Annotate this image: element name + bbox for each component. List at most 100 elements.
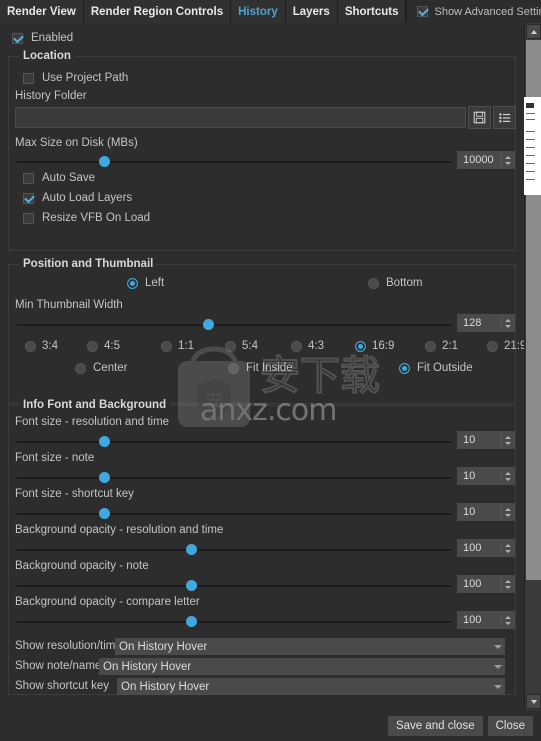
spinner-arrows[interactable] (501, 432, 514, 448)
spinner-arrows[interactable] (501, 315, 514, 331)
dropdown-show-resolution-time[interactable]: On History Hover (115, 638, 505, 655)
auto-save-label: Auto Save (42, 172, 96, 184)
tab-history[interactable]: History (231, 0, 286, 23)
radio-icon (87, 340, 98, 352)
dropdown-value: On History Hover (121, 680, 210, 693)
browse-save-button[interactable] (468, 106, 491, 129)
info-font-dropdown-list: Show resolution/time On History Hover Show… (9, 638, 515, 696)
history-list-button[interactable] (493, 106, 516, 129)
spinner-arrows[interactable] (501, 504, 514, 520)
tab-bar: Render View Render Region Controls Histo… (0, 0, 541, 23)
info-slider[interactable] (17, 615, 452, 629)
placement-radio-bottom[interactable]: Bottom (368, 277, 422, 289)
dropdown-value: On History Hover (103, 660, 192, 673)
info-slider-spinbox[interactable]: 10 (457, 503, 515, 521)
info-slider[interactable] (17, 435, 452, 449)
aspect-ratio-radio-5-4[interactable]: 5:4 (225, 340, 258, 352)
spinner-arrows[interactable] (501, 612, 514, 628)
scroll-down-button[interactable] (526, 694, 541, 709)
radio-icon (355, 340, 366, 352)
spinner-arrows[interactable] (501, 576, 514, 592)
slider-knob[interactable] (186, 616, 197, 627)
auto-save-checkbox[interactable]: Auto Save (23, 168, 95, 188)
tab-layers[interactable]: Layers (285, 0, 338, 23)
tab-shortcuts[interactable]: Shortcuts (337, 0, 407, 23)
placement-radio-left[interactable]: Left (127, 277, 164, 289)
checkbox-icon (12, 32, 23, 44)
info-slider[interactable] (17, 507, 452, 521)
chevron-down-icon (491, 644, 505, 649)
checkbox-icon (23, 172, 34, 184)
location-group: Location Use Project Path History Folder (8, 50, 516, 251)
info-slider[interactable] (17, 543, 452, 557)
enabled-checkbox[interactable]: Enabled (12, 28, 73, 48)
tab-label: Shortcuts (344, 5, 399, 18)
dialog-footer: Save and close Close (0, 710, 541, 741)
max-size-slider[interactable] (17, 155, 452, 169)
info-slider-spinbox[interactable]: 100 (457, 611, 515, 629)
aspect-ratio-radio-21-9[interactable]: 21:9 (487, 340, 524, 352)
fit-mode-radio-center[interactable]: Center (75, 362, 128, 374)
fit-mode-radio-inside[interactable]: Fit Inside (228, 362, 293, 374)
dropdown-value: On History Hover (119, 640, 208, 653)
resize-vfb-checkbox[interactable]: Resize VFB On Load (23, 208, 150, 228)
slider-knob[interactable] (99, 472, 110, 483)
save-and-close-button[interactable]: Save and close (387, 715, 483, 736)
aspect-ratio-radio-16-9[interactable]: 16:9 (355, 340, 394, 352)
min-thumbnail-width-slider[interactable] (17, 318, 452, 332)
slider-knob[interactable] (99, 508, 110, 519)
aspect-ratio-radio-3-4[interactable]: 3:4 (25, 340, 58, 352)
fit-mode-radio-outside[interactable]: Fit Outside (399, 362, 473, 374)
tab-render-view[interactable]: Render View (0, 0, 84, 23)
tab-label: Render View (7, 5, 76, 18)
slider-knob[interactable] (99, 436, 110, 447)
show-advanced-settings-checkbox[interactable]: Show Advanced Settings (407, 0, 541, 23)
spinner-arrows[interactable] (501, 468, 514, 484)
max-size-value: 10000 (463, 154, 494, 166)
auto-load-layers-checkbox[interactable]: Auto Load Layers (23, 188, 132, 208)
aspect-ratio-label: 3:4 (42, 340, 58, 352)
info-font-slider-list: Font size - resolution and time 10 Font si… (9, 406, 515, 636)
info-slider-spinbox[interactable]: 100 (457, 575, 515, 593)
radio-icon (228, 362, 239, 374)
use-project-path-checkbox[interactable]: Use Project Path (23, 68, 128, 88)
dropdown-show-shortcut-key[interactable]: On History Hover (117, 678, 505, 695)
aspect-ratio-radio-2-1[interactable]: 2:1 (425, 340, 458, 352)
aspect-ratio-label: 16:9 (372, 340, 395, 352)
spinner-arrows[interactable] (501, 540, 514, 556)
slider-knob[interactable] (186, 544, 197, 555)
slider-track (17, 621, 452, 623)
info-slider-label: Background opacity - compare letter (15, 596, 200, 608)
info-slider-value: 10 (463, 506, 476, 518)
history-settings-window: Render View Render Region Controls Histo… (0, 0, 541, 741)
info-slider-label: Font size - shortcut key (15, 488, 134, 500)
history-folder-input[interactable] (15, 107, 466, 128)
info-slider-label: Font size - note (15, 452, 95, 464)
radio-icon (127, 277, 138, 289)
info-slider-value: 100 (463, 542, 482, 554)
info-slider-spinbox[interactable]: 10 (457, 431, 515, 449)
aspect-ratio-radio-4-3[interactable]: 4:3 (291, 340, 324, 352)
slider-knob[interactable] (99, 156, 110, 167)
info-slider-spinbox[interactable]: 10 (457, 467, 515, 485)
slider-knob[interactable] (203, 319, 215, 330)
aspect-ratio-radio-4-5[interactable]: 4:5 (87, 340, 120, 352)
placement-bottom-label: Bottom (386, 277, 423, 289)
info-slider-spinbox[interactable]: 100 (457, 539, 515, 557)
aspect-ratio-radio-1-1[interactable]: 1:1 (161, 340, 194, 352)
info-slider[interactable] (17, 579, 452, 593)
slider-knob[interactable] (186, 580, 197, 591)
close-button[interactable]: Close (487, 715, 533, 736)
slider-track (17, 549, 452, 551)
max-size-spinbox[interactable]: 10000 (457, 151, 515, 169)
radio-icon (425, 340, 436, 352)
scroll-up-button[interactable] (526, 24, 541, 39)
tab-render-region-controls[interactable]: Render Region Controls (83, 0, 232, 23)
min-thumbnail-width-spinbox[interactable]: 128 (457, 314, 515, 332)
dropdown-label: Show shortcut key (15, 680, 109, 692)
info-font-group: Info Font and Background Font size - res… (8, 399, 516, 696)
info-slider[interactable] (17, 471, 452, 485)
dropdown-show-note-name[interactable]: On History Hover (99, 658, 505, 675)
info-slider-label: Background opacity - note (15, 560, 149, 572)
spinner-arrows[interactable] (501, 152, 514, 168)
